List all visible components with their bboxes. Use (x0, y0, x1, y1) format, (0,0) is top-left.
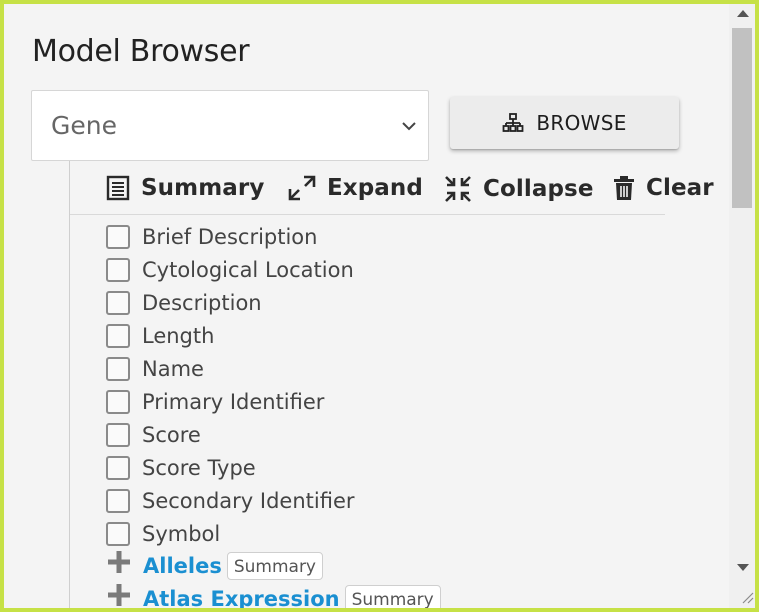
clear-button[interactable]: Clear (613, 175, 714, 201)
attribute-checkbox[interactable] (106, 489, 130, 513)
summary-label: Summary (141, 175, 265, 201)
vertical-scrollbar[interactable] (729, 4, 755, 608)
reference-name[interactable]: Alleles (143, 554, 222, 578)
attribute-label: Brief Description (142, 225, 318, 249)
class-select-value: Gene (51, 111, 117, 140)
attribute-item[interactable]: Brief Description (106, 222, 317, 252)
scrollbar-thumb[interactable] (732, 28, 752, 208)
attribute-checkbox[interactable] (106, 423, 130, 447)
attribute-item[interactable]: Length (106, 321, 214, 351)
attribute-label: Secondary Identifier (142, 489, 355, 513)
attribute-label: Score (142, 423, 201, 447)
reference-item: Atlas Expression Summary (106, 583, 441, 608)
class-select[interactable]: Gene (31, 90, 429, 161)
browse-button-label: BROWSE (536, 111, 627, 135)
attribute-item[interactable]: Secondary Identifier (106, 486, 355, 516)
attribute-checkbox[interactable] (106, 456, 130, 480)
summary-button[interactable]: Summary (106, 175, 264, 201)
reference-name[interactable]: Atlas Expression (143, 587, 340, 608)
attribute-label: Cytological Location (142, 258, 354, 282)
attribute-label: Length (142, 324, 215, 348)
browse-button[interactable]: BROWSE (450, 97, 679, 149)
expand-button[interactable]: Expand (288, 175, 423, 201)
attribute-item[interactable]: Primary Identifier (106, 387, 324, 417)
expand-label: Expand (327, 175, 423, 201)
attribute-label: Description (142, 291, 262, 315)
attribute-checkbox[interactable] (106, 324, 130, 348)
attribute-item[interactable]: Score Type (106, 453, 256, 483)
plus-icon[interactable] (106, 582, 132, 608)
summary-tag[interactable]: Summary (344, 585, 441, 608)
attribute-checkbox[interactable] (106, 225, 130, 249)
attribute-checkbox[interactable] (106, 291, 130, 315)
model-browser-panel: Model Browser Gene BROWSE Summary Expand… (4, 4, 755, 608)
expand-icon (288, 175, 316, 201)
attribute-item[interactable]: Name (106, 354, 204, 384)
resize-grip-icon[interactable] (738, 588, 754, 604)
reference-item: Alleles Summary (106, 550, 323, 582)
collapse-button[interactable]: Collapse (444, 175, 594, 203)
tree-toolbar: Summary Expand Collapse Clear (70, 161, 714, 215)
attribute-label: Name (142, 357, 204, 381)
attribute-checkbox[interactable] (106, 357, 130, 381)
attribute-item[interactable]: Cytological Location (106, 255, 354, 285)
sitemap-icon (502, 113, 524, 132)
collapse-label: Collapse (483, 176, 594, 202)
attribute-label: Primary Identifier (142, 390, 325, 414)
collapse-icon (445, 176, 471, 202)
list-icon (106, 175, 130, 201)
attribute-item[interactable]: Score (106, 420, 201, 450)
scroll-down-arrow-icon[interactable] (737, 564, 749, 571)
attribute-label: Score Type (142, 456, 256, 480)
attribute-label: Symbol (142, 522, 221, 546)
attribute-checkbox[interactable] (106, 258, 130, 282)
attribute-item[interactable]: Symbol (106, 519, 220, 549)
page-title: Model Browser (32, 34, 250, 69)
clear-label: Clear (646, 175, 714, 201)
attribute-checkbox[interactable] (106, 522, 130, 546)
model-tree: Summary Expand Collapse Clear Brief Desc… (69, 161, 714, 608)
plus-icon[interactable] (106, 549, 132, 575)
chevron-down-icon (402, 122, 416, 131)
summary-tag[interactable]: Summary (226, 552, 323, 580)
attribute-item[interactable]: Description (106, 288, 262, 318)
attribute-checkbox[interactable] (106, 390, 130, 414)
trash-icon (614, 176, 634, 200)
scroll-up-arrow-icon[interactable] (737, 10, 749, 17)
